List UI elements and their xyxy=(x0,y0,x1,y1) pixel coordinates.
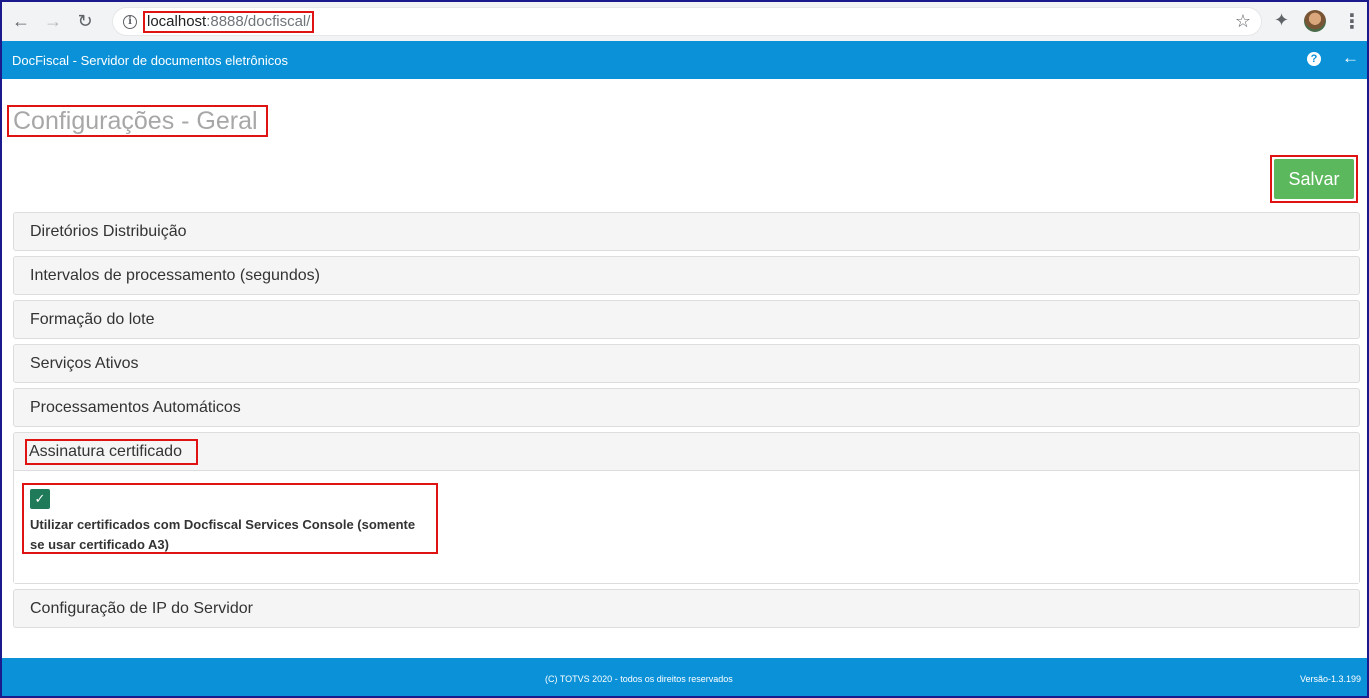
extensions-puzzle-icon[interactable]: ✦ xyxy=(1274,10,1289,31)
panel-heading[interactable]: Processamentos Automáticos xyxy=(14,389,1359,426)
panel-formacao-lote: Formação do lote xyxy=(13,300,1360,339)
back-arrow-icon[interactable]: ← xyxy=(8,9,34,35)
certificate-checkbox[interactable]: ✓ xyxy=(30,489,50,509)
bookmark-star-icon[interactable]: ☆ xyxy=(1235,11,1251,32)
panel-servicos-ativos: Serviços Ativos xyxy=(13,344,1360,383)
page-title: Configurações - Geral xyxy=(13,106,258,135)
panel-body: ✓ Utilizar certificados com Docfiscal Se… xyxy=(14,470,1359,583)
panel-heading[interactable]: Assinatura certificado xyxy=(14,433,1359,470)
panel-heading[interactable]: Diretórios Distribuição xyxy=(14,213,1359,250)
footer-copyright: (C) TOTVS 2020 - todos os direitos reser… xyxy=(545,674,733,684)
kebab-menu-icon[interactable]: ⋮ xyxy=(1342,9,1362,34)
panel-heading-label: Assinatura certificado xyxy=(25,438,198,465)
info-icon[interactable]: i xyxy=(123,14,137,29)
panel-ip-servidor: Configuração de IP do Servidor xyxy=(13,589,1360,628)
url-host: localhost xyxy=(147,13,207,30)
panel-heading[interactable]: Configuração de IP do Servidor xyxy=(14,590,1359,627)
reload-icon[interactable]: ↻ xyxy=(72,9,98,35)
app-header: DocFiscal - Servidor de documentos eletr… xyxy=(2,41,1367,79)
panel-heading[interactable]: Serviços Ativos xyxy=(14,345,1359,382)
certificate-checkbox-label[interactable]: Utilizar certificados com Docfiscal Serv… xyxy=(30,515,430,555)
panel-heading[interactable]: Intervalos de processamento (segundos) xyxy=(14,257,1359,294)
certificate-option: ✓ Utilizar certificados com Docfiscal Se… xyxy=(22,483,438,554)
forward-arrow-icon[interactable]: → xyxy=(40,9,66,35)
panel-processamentos: Processamentos Automáticos xyxy=(13,388,1360,427)
panel-heading[interactable]: Formação do lote xyxy=(14,301,1359,338)
back-arrow-icon[interactable]: ← xyxy=(1342,48,1359,68)
footer-version: Versão-1.3.199 xyxy=(1299,674,1361,684)
url-path: :8888/docfiscal/ xyxy=(206,13,311,30)
panel-assinatura-certificado: Assinatura certificado ✓ Utilizar certif… xyxy=(13,432,1360,584)
save-button[interactable]: Salvar xyxy=(1274,159,1354,199)
app-title: DocFiscal - Servidor de documentos eletr… xyxy=(12,52,289,68)
address-bar[interactable]: i localhost:8888/docfiscal/ ☆ xyxy=(112,7,1262,36)
save-button-highlight: Salvar xyxy=(1270,155,1358,203)
panel-diretorios: Diretórios Distribuição xyxy=(13,212,1360,251)
help-icon[interactable]: ? xyxy=(1307,52,1321,66)
panel-intervalos: Intervalos de processamento (segundos) xyxy=(13,256,1360,295)
url-text[interactable]: localhost:8888/docfiscal/ xyxy=(143,10,315,33)
page-title-container: Configurações - Geral xyxy=(7,105,268,137)
browser-toolbar: ← → ↻ i localhost:8888/docfiscal/ ☆ ✦ ⋮ xyxy=(2,2,1367,41)
profile-avatar[interactable] xyxy=(1304,10,1326,32)
app-footer: (C) TOTVS 2020 - todos os direitos reser… xyxy=(2,658,1367,696)
